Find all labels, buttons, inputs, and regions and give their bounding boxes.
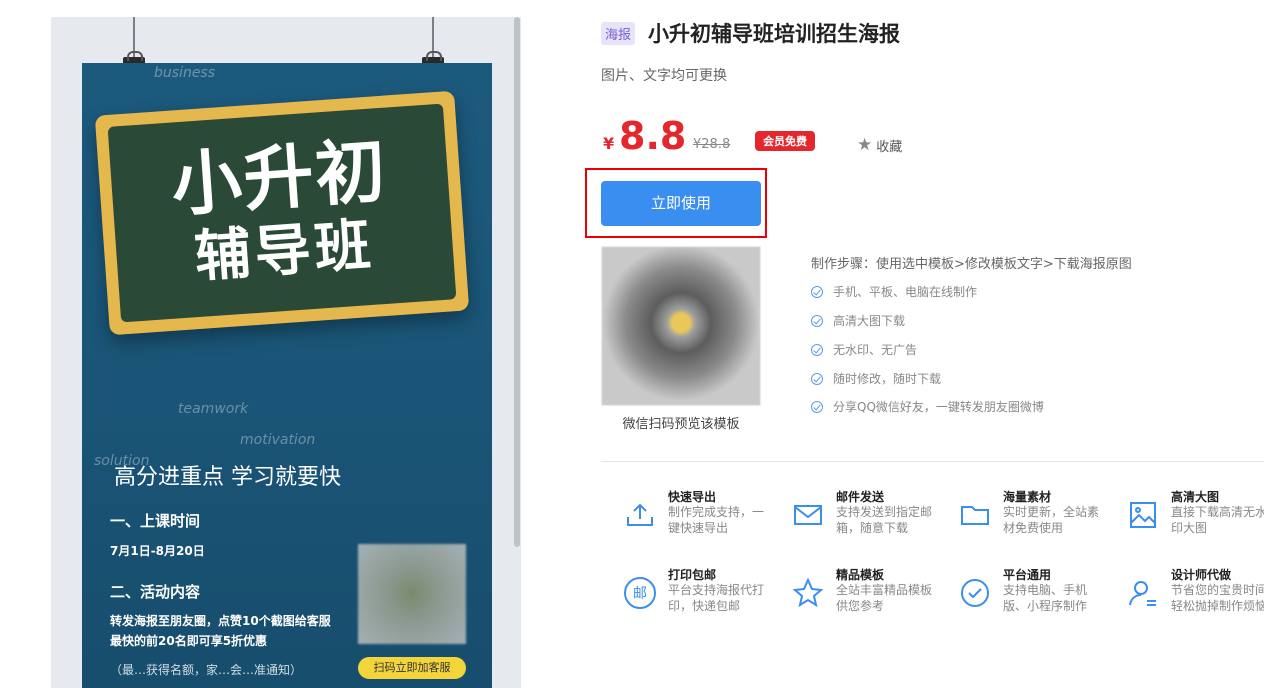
feature-label: 分享QQ微信好友，一键转发朋友圈微博 — [833, 400, 1044, 414]
doodle-text: motivation — [240, 432, 316, 448]
service-item: 平台通用 支持电脑、手机版、小程序制作 — [958, 566, 1118, 636]
poster-section-title: 二、活动内容 — [110, 583, 201, 601]
service-desc: 实时更新，全站素材免费使用 — [1003, 505, 1100, 535]
service-desc: 制作完成支持，一键快速导出 — [668, 505, 765, 535]
check-circle-icon — [958, 576, 992, 610]
star-icon: ★ — [857, 135, 873, 155]
service-item: 邮 打印包邮 平台支持海报代打印，快递包邮 — [623, 566, 783, 636]
currency-symbol: ¥ — [603, 134, 615, 153]
export-icon — [623, 498, 657, 532]
service-title: 高清大图 — [1171, 490, 1220, 504]
poster-qr-code — [358, 544, 466, 644]
feature-label: 高清大图下载 — [833, 314, 906, 328]
qr-caption: 微信扫码预览该模板 — [622, 417, 740, 432]
service-desc: 支持电脑、手机版、小程序制作 — [1003, 583, 1088, 613]
check-icon — [811, 372, 823, 385]
use-now-button[interactable]: 立即使用 — [601, 181, 761, 226]
divider — [601, 461, 1264, 462]
chalkboard: 小升初 辅导班 — [94, 90, 470, 336]
feature-item: 手机、平板、电脑在线制作 — [811, 283, 977, 300]
service-desc: 平台支持海报代打印，快递包邮 — [668, 583, 765, 613]
service-title: 快速导出 — [668, 490, 717, 504]
price: 8.8 — [619, 114, 687, 158]
feature-label: 手机、平板、电脑在线制作 — [833, 285, 978, 299]
category-tag: 海报 — [601, 22, 636, 45]
service-desc: 支持发送到指定邮箱，随意下载 — [836, 505, 933, 535]
doodle-text: business — [154, 65, 216, 81]
feature-item: 分享QQ微信好友，一键转发朋友圈微博 — [811, 398, 1044, 415]
designer-icon — [1126, 576, 1160, 610]
service-desc: 直接下载高清无水印大图 — [1171, 505, 1264, 535]
star-icon — [791, 576, 825, 610]
product-subtitle: 图片、文字均可更换 — [601, 68, 727, 84]
service-title: 平台通用 — [1003, 568, 1052, 582]
service-title: 邮件发送 — [836, 490, 885, 504]
poster-title: 小升初 — [168, 129, 391, 227]
poster-dates: 7月1日-8月20日 — [110, 544, 205, 558]
feature-label: 无水印、无广告 — [833, 343, 918, 357]
wechat-qr-code — [601, 246, 761, 406]
image-icon — [1126, 498, 1160, 532]
poster-footer-text: （最…获得名额，家…会…准通知） — [110, 663, 303, 677]
check-icon — [811, 314, 823, 327]
poster-section-title: 一、上课时间 — [110, 512, 201, 530]
favorite-button[interactable]: ★ 收藏 — [857, 135, 903, 156]
vip-free-badge: 会员免费 — [755, 131, 815, 151]
poster-scan-label: 扫码立即加客服 — [358, 657, 466, 679]
service-title: 打印包邮 — [668, 568, 717, 582]
feature-label: 随时修改，随时下载 — [833, 372, 942, 386]
service-item: 海量素材 实时更新，全站素材免费使用 — [958, 488, 1118, 558]
check-icon — [811, 400, 823, 413]
service-title: 设计师代做 — [1171, 568, 1232, 582]
original-price: ¥28.8 — [693, 137, 731, 152]
product-title: 小升初辅导班培训招生海报 — [648, 22, 900, 46]
service-title: 精品模板 — [836, 568, 885, 582]
mail-icon — [791, 498, 825, 532]
poster-headline: 高分进重点 学习就要快 — [114, 465, 341, 490]
feature-item: 随时修改，随时下载 — [811, 370, 941, 387]
steps-text: 制作步骤：使用选中模板>修改模板文字>下载海报原图 — [811, 257, 1132, 272]
poster-subtitle: 辅导班 — [192, 212, 377, 291]
doodle-text: teamwork — [178, 401, 249, 417]
service-item: 精品模板 全站丰富精品模板供您参考 — [791, 566, 951, 636]
feature-item: 高清大图下载 — [811, 312, 905, 329]
folder-icon — [958, 498, 992, 532]
feature-item: 无水印、无广告 — [811, 341, 917, 358]
service-item: 高清大图 直接下载高清无水印大图 — [1126, 488, 1264, 558]
poster-activity-line: 转发海报至朋友圈，点赞10个截图给客服 — [110, 614, 331, 628]
service-item: 设计师代做 节省您的宝贵时间轻松抛掉制作烦恼 — [1126, 566, 1264, 636]
poster-activity-line: 最快的前20名即可享5折优惠 — [110, 634, 268, 648]
service-desc: 全站丰富精品模板供您参考 — [836, 583, 933, 613]
favorite-label: 收藏 — [876, 140, 903, 155]
print-mail-icon: 邮 — [623, 576, 657, 610]
preview-scrollbar[interactable] — [514, 17, 520, 547]
service-desc: 节省您的宝贵时间轻松抛掉制作烦恼 — [1171, 583, 1264, 613]
check-icon — [811, 285, 823, 298]
service-item: 邮件发送 支持发送到指定邮箱，随意下载 — [791, 488, 951, 558]
service-title: 海量素材 — [1003, 490, 1052, 504]
poster-preview-panel: business teamwork motivation solution 小升… — [51, 17, 521, 688]
poster-image: business teamwork motivation solution 小升… — [82, 63, 492, 688]
check-icon — [811, 343, 823, 356]
service-item: 快速导出 制作完成支持，一键快速导出 — [623, 488, 783, 558]
